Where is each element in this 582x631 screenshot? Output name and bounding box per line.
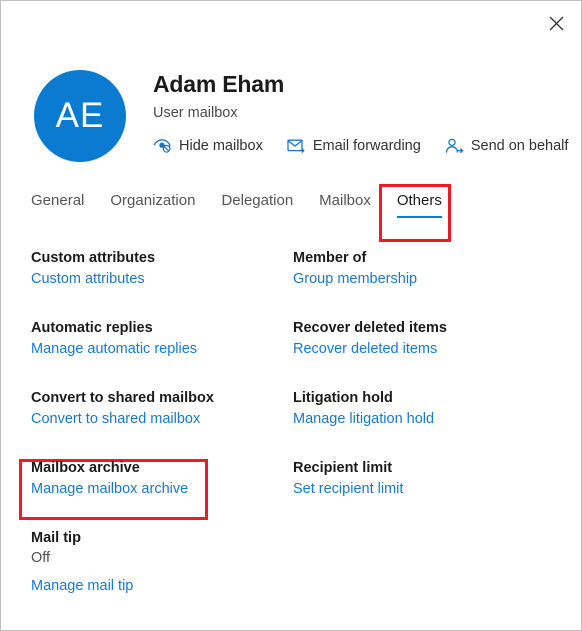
header-action-row: Hide mailbox Email forwarding Send on be… bbox=[153, 136, 571, 155]
hide-mailbox-action[interactable]: Hide mailbox bbox=[153, 136, 263, 155]
right-column: Member of Group membership Recover delet… bbox=[293, 249, 553, 529]
field-member-of: Member of Group membership bbox=[293, 249, 553, 319]
left-column: Custom attributes Custom attributes Auto… bbox=[31, 249, 281, 597]
tab-delegation[interactable]: Delegation bbox=[208, 191, 306, 223]
field-recipient-limit-heading: Recipient limit bbox=[293, 460, 393, 476]
field-custom-attributes-heading: Custom attributes bbox=[31, 250, 156, 266]
link-set-recipient-limit[interactable]: Set recipient limit bbox=[293, 478, 403, 500]
tab-others[interactable]: Others bbox=[384, 191, 455, 223]
field-automatic-replies: Automatic replies Manage automatic repli… bbox=[31, 319, 281, 389]
field-litigation-hold: Litigation hold Manage litigation hold bbox=[293, 389, 553, 459]
field-mail-tip: Mail tip Off Manage mail tip bbox=[31, 529, 281, 597]
mailbox-header: AE Adam Eham User mailbox Hide mailbox E… bbox=[1, 56, 581, 178]
link-group-membership[interactable]: Group membership bbox=[293, 268, 417, 290]
link-manage-automatic-replies[interactable]: Manage automatic replies bbox=[31, 338, 197, 360]
close-button[interactable] bbox=[539, 8, 573, 38]
mailbox-type-label: User mailbox bbox=[153, 105, 238, 121]
field-recipient-limit: Recipient limit Set recipient limit bbox=[293, 459, 553, 529]
field-convert-to-shared-mailbox: Convert to shared mailbox Convert to sha… bbox=[31, 389, 281, 459]
tab-mailbox-label: Mailbox bbox=[319, 192, 371, 209]
field-custom-attributes: Custom attributes Custom attributes bbox=[31, 249, 281, 319]
link-manage-litigation-hold[interactable]: Manage litigation hold bbox=[293, 408, 434, 430]
field-mailbox-archive-heading: Mailbox archive bbox=[31, 460, 140, 476]
close-icon bbox=[549, 16, 564, 31]
tab-general[interactable]: General bbox=[31, 191, 97, 223]
field-member-of-heading: Member of bbox=[293, 250, 367, 266]
field-recover-deleted-items: Recover deleted items Recover deleted it… bbox=[293, 319, 553, 389]
tab-others-label: Others bbox=[396, 192, 442, 209]
send-on-behalf-action[interactable]: Send on behalf bbox=[445, 136, 569, 155]
avatar: AE bbox=[34, 70, 126, 162]
mailbox-details-panel: AE Adam Eham User mailbox Hide mailbox E… bbox=[0, 0, 582, 631]
tab-organization-label: Organization bbox=[110, 192, 196, 209]
hide-mailbox-icon bbox=[153, 136, 172, 155]
avatar-initials: AE bbox=[55, 96, 105, 135]
send-on-behalf-label: Send on behalf bbox=[470, 137, 569, 154]
hide-mailbox-label: Hide mailbox bbox=[179, 137, 263, 154]
link-recover-deleted-items[interactable]: Recover deleted items bbox=[293, 338, 437, 360]
field-automatic-replies-heading: Automatic replies bbox=[31, 320, 153, 336]
tab-bar: General Organization Delegation Mailbox … bbox=[31, 191, 455, 223]
field-recover-deleted-items-heading: Recover deleted items bbox=[293, 320, 447, 336]
tab-delegation-label: Delegation bbox=[221, 192, 294, 209]
field-mail-tip-value: Off bbox=[31, 550, 51, 566]
send-on-behalf-icon bbox=[445, 136, 464, 155]
link-manage-mailbox-archive[interactable]: Manage mailbox archive bbox=[31, 478, 188, 500]
email-forwarding-action[interactable]: Email forwarding bbox=[287, 136, 421, 155]
page-title: Adam Eham bbox=[153, 71, 285, 97]
field-litigation-hold-heading: Litigation hold bbox=[293, 390, 393, 406]
tab-organization[interactable]: Organization bbox=[97, 191, 208, 223]
email-forwarding-icon bbox=[287, 136, 306, 155]
identity-block: Adam Eham User mailbox Hide mailbox Emai… bbox=[153, 70, 571, 155]
tab-general-label: General bbox=[31, 192, 85, 209]
field-convert-to-shared-mailbox-heading: Convert to shared mailbox bbox=[31, 390, 214, 406]
field-mailbox-archive: Mailbox archive Manage mailbox archive bbox=[31, 459, 281, 529]
tab-mailbox[interactable]: Mailbox bbox=[306, 191, 384, 223]
link-manage-mail-tip[interactable]: Manage mail tip bbox=[31, 575, 133, 597]
link-convert-to-shared-mailbox[interactable]: Convert to shared mailbox bbox=[31, 408, 200, 430]
link-custom-attributes[interactable]: Custom attributes bbox=[31, 268, 145, 290]
email-forwarding-label: Email forwarding bbox=[312, 137, 421, 154]
field-mail-tip-heading: Mail tip bbox=[31, 530, 81, 546]
